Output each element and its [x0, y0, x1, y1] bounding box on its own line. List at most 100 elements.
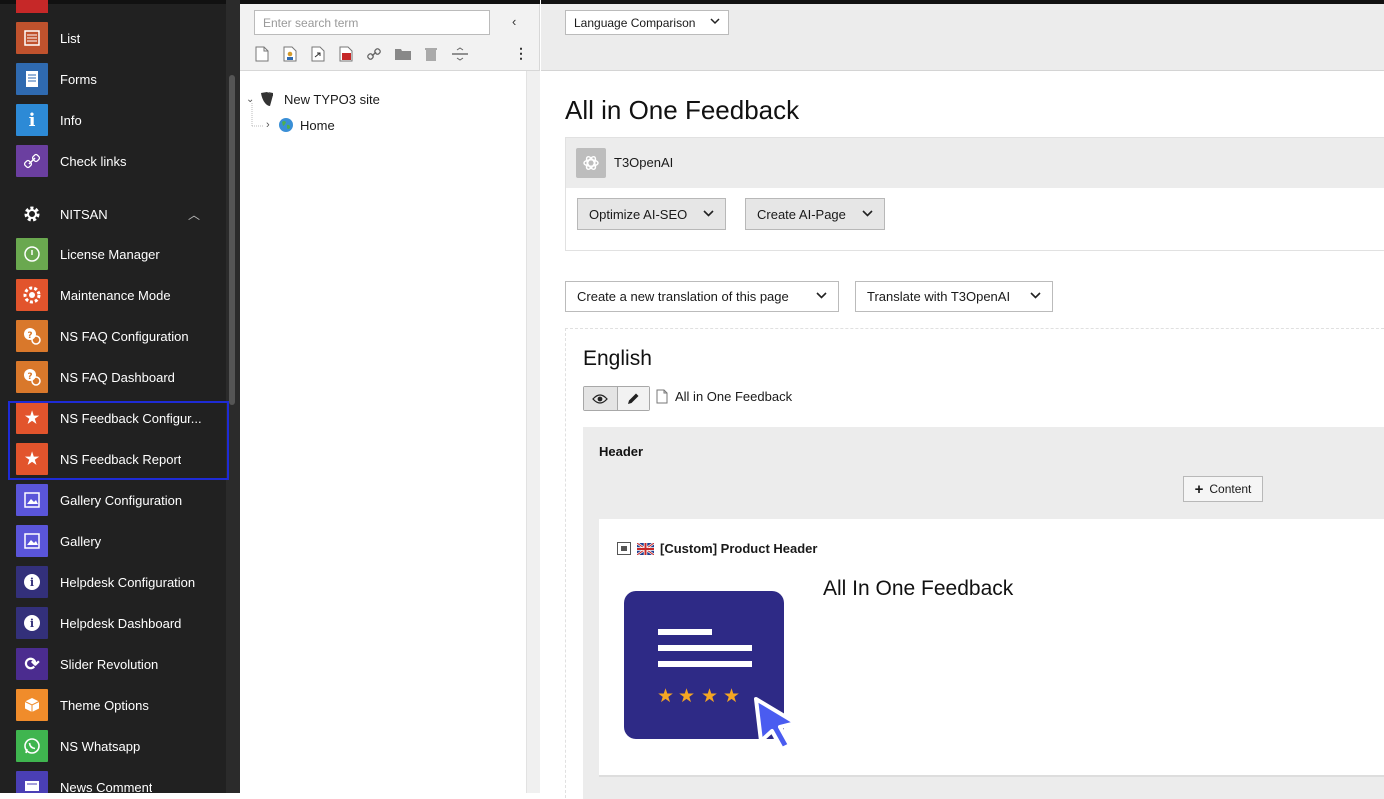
backend-user-section-icon[interactable] [282, 45, 298, 62]
plus-icon: + [1194, 480, 1204, 498]
module-forms[interactable]: Forms [16, 63, 216, 95]
chevron-right-icon[interactable]: › [266, 119, 278, 131]
button-label: Content [1209, 482, 1252, 496]
recycler-icon[interactable] [423, 45, 439, 62]
module-group-nitsan[interactable]: NITSAN ︿ [16, 198, 216, 230]
button-label: Create AI-Page [757, 206, 846, 222]
language-comparison-dropdown[interactable]: Language Comparison [565, 10, 729, 35]
tree-scroll-track[interactable] [526, 71, 540, 793]
column-title: Header [599, 444, 644, 459]
feedback-illustration: ★ ★ ★ ★ [624, 591, 798, 747]
new-translation-dropdown[interactable]: Create a new translation of this page [565, 281, 839, 312]
create-ai-page-button[interactable]: Create AI-Page [745, 198, 885, 230]
dropdown-label: Create a new translation of this page [577, 289, 789, 304]
content-element-heading: All In One Feedback [823, 577, 1014, 600]
dropdown-label: Translate with T3OpenAI [867, 289, 1011, 304]
module-label: Helpdesk Configuration [60, 574, 196, 590]
tree-list: ⌄ New TYPO3 site › Home [240, 71, 526, 793]
page-title: All in One Feedback [565, 95, 800, 125]
module-news-comment[interactable]: News Comment [16, 771, 216, 793]
pencil-icon[interactable] [616, 387, 649, 410]
info-icon: i [16, 104, 48, 136]
sidebar-scrollbar[interactable] [229, 75, 235, 405]
chevron-down-icon [1030, 291, 1041, 302]
new-page-icon[interactable] [254, 45, 270, 62]
tree-node-root[interactable]: ⌄ New TYPO3 site [246, 90, 380, 108]
list-icon [16, 22, 48, 54]
language-column: English All in One Feedback Header + Con… [565, 328, 1384, 799]
module-label: Slider Revolution [60, 656, 159, 672]
module-license-manager[interactable]: License Manager [16, 238, 216, 270]
add-content-button[interactable]: + Content [1183, 476, 1263, 502]
folder-icon[interactable] [394, 45, 412, 62]
chevron-down-icon [710, 17, 720, 28]
page-link-label: All in One Feedback [675, 389, 793, 404]
module-slider-revolution[interactable]: ⟳ Slider Revolution [16, 648, 216, 680]
optimize-ai-seo-button[interactable]: Optimize AI-SEO [577, 198, 726, 230]
content-area: Language Comparison All in One Feedback … [541, 0, 1384, 799]
module-label: Check links [60, 153, 127, 169]
language-title: English [583, 347, 652, 370]
chevron-down-icon [862, 209, 873, 220]
page-link[interactable]: All in One Feedback [656, 389, 792, 404]
module-label: Forms [60, 71, 97, 87]
chevron-down-icon [703, 209, 714, 220]
topbar-strip [240, 0, 540, 4]
tree-search-input[interactable] [254, 10, 490, 35]
module-label: NS Whatsapp [60, 738, 141, 754]
module-label: Gallery [60, 533, 102, 549]
module-ns-whatsapp[interactable]: NS Whatsapp [16, 730, 216, 762]
page-actions-group [583, 386, 650, 411]
openai-logo-icon [576, 148, 606, 178]
module-label: Maintenance Mode [60, 287, 171, 303]
chevron-down-icon[interactable]: ⌄ [246, 94, 258, 105]
content-element[interactable]: [Custom] Product Header ★ ★ ★ ★ All In One … [599, 519, 1384, 777]
t3openai-name: T3OpenAI [614, 155, 674, 170]
module-gallery[interactable]: Gallery [16, 525, 216, 557]
chevron-down-icon [816, 291, 827, 302]
info-circle-icon: i [16, 607, 48, 639]
faq-icon: ? [16, 320, 48, 352]
module-maintenance-mode[interactable]: Maintenance Mode [16, 279, 216, 311]
more-options-icon[interactable]: ⋮ [514, 45, 528, 62]
whatsapp-icon [16, 730, 48, 762]
tree-node-home[interactable]: › Home [266, 117, 335, 133]
module-check-links[interactable]: Check links [16, 145, 216, 177]
chevron-left-icon[interactable]: ‹ [512, 14, 516, 29]
info-circle-icon: i [16, 566, 48, 598]
box-icon [16, 689, 48, 721]
maintenance-icon [16, 279, 48, 311]
gear-icon [16, 198, 48, 230]
svg-text:★: ★ [678, 685, 695, 707]
mountpoint-page-icon[interactable] [338, 45, 354, 62]
translate-with-t3openai-dropdown[interactable]: Translate with T3OpenAI [855, 281, 1053, 312]
module-label: Gallery Configuration [60, 492, 183, 508]
svg-text:★: ★ [701, 685, 718, 707]
shortcut-page-icon[interactable] [310, 45, 326, 62]
module-label: Helpdesk Dashboard [60, 615, 182, 631]
module-list[interactable]: List [16, 22, 216, 54]
comment-icon [16, 771, 48, 793]
selection-highlight-box [8, 401, 229, 480]
module-icon-partial [16, 0, 48, 13]
link-check-icon [16, 145, 48, 177]
content-type-icon [617, 542, 631, 555]
gallery-icon [16, 484, 48, 516]
module-label: Info [60, 112, 82, 128]
typo3-logo-icon [261, 92, 273, 106]
divider-icon[interactable] [451, 45, 469, 62]
module-ns-faq-dashboard[interactable]: ? NS FAQ Dashboard [16, 361, 216, 393]
module-theme-options[interactable]: Theme Options [16, 689, 216, 721]
svg-text:★: ★ [657, 685, 674, 707]
module-helpdesk-configuration[interactable]: i Helpdesk Configuration [16, 566, 216, 598]
link-icon[interactable] [366, 45, 382, 62]
eye-icon[interactable] [584, 387, 617, 410]
gallery-icon [16, 525, 48, 557]
module-gallery-configuration[interactable]: Gallery Configuration [16, 484, 216, 516]
button-label: Optimize AI-SEO [589, 206, 688, 222]
module-info[interactable]: i Info [16, 104, 216, 136]
content-element-title: [Custom] Product Header [660, 541, 818, 556]
chevron-up-icon[interactable]: ︿ [188, 206, 200, 223]
module-helpdesk-dashboard[interactable]: i Helpdesk Dashboard [16, 607, 216, 639]
module-ns-faq-configuration[interactable]: ? NS FAQ Configuration [16, 320, 216, 352]
